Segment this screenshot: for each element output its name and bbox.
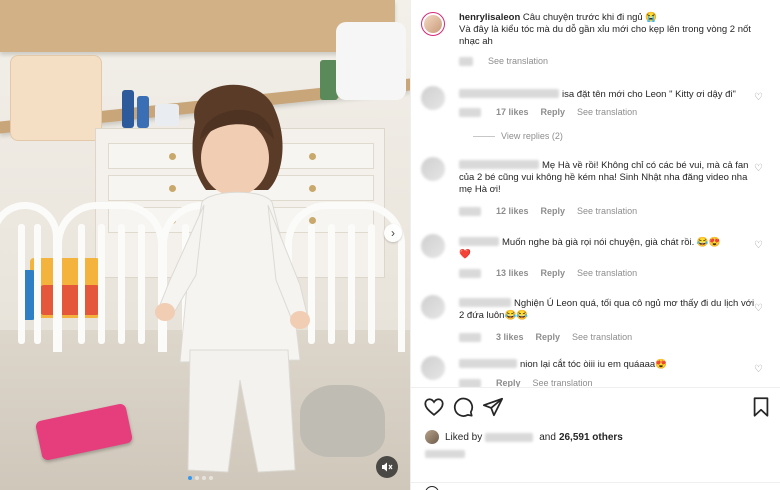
redacted-time — [459, 206, 481, 216]
redacted-username — [459, 359, 517, 368]
mute-button[interactable] — [376, 456, 398, 478]
redacted-liker — [485, 432, 534, 442]
redacted-time — [459, 56, 473, 66]
redacted-username — [459, 237, 499, 246]
liker-avatar — [425, 430, 439, 444]
comment-likes[interactable]: 17 likes — [496, 107, 529, 117]
see-translation-link[interactable]: See translation — [533, 378, 593, 387]
comments-list[interactable]: henrylisaleon Câu chuyện trước khi đi ng… — [411, 0, 780, 387]
heart-outline-icon[interactable]: ♡ — [754, 365, 764, 375]
mini-fridge — [10, 55, 102, 141]
redacted-username — [459, 298, 511, 307]
caption-line-2: Và đây là kiểu tóc mà du dỗ gần xỉu mới … — [459, 24, 751, 47]
share-icon[interactable] — [482, 396, 504, 418]
reply-button[interactable]: Reply — [496, 378, 521, 387]
next-media-button[interactable]: › — [384, 224, 402, 242]
comment-meta: 13 likes Reply See translation — [459, 268, 637, 278]
comment-meta: 3 likes Reply See translation — [459, 332, 632, 342]
comment-text: nion lại cắt tóc òiii iu em quáaaa😍 — [459, 359, 759, 371]
bookmark-icon[interactable] — [750, 396, 772, 418]
carousel-dot — [202, 476, 206, 480]
carousel-dot — [209, 476, 213, 480]
add-comment-bar — [411, 482, 780, 490]
heart-outline-icon[interactable]: ♡ — [754, 241, 764, 251]
carousel-dots — [188, 476, 213, 480]
caption-meta: See translation — [459, 56, 548, 66]
instagram-post: › henrylisaleon Câu chuyện trước khi đi … — [0, 0, 780, 490]
likes-count[interactable]: 26,591 others — [559, 432, 623, 443]
commenter-avatar[interactable] — [421, 356, 445, 380]
comment-text: Mẹ Hà về rồi! Không chỉ có các bé vui, m… — [459, 160, 759, 196]
commenter-avatar[interactable] — [421, 234, 445, 258]
liked-by-and: and — [539, 431, 556, 443]
heart-outline-icon[interactable]: ♡ — [754, 164, 764, 174]
see-translation-link[interactable]: See translation — [572, 332, 632, 342]
redacted-post-date — [425, 450, 465, 458]
heart-icon[interactable] — [423, 396, 445, 418]
carousel-dot — [188, 476, 192, 480]
carousel-dot — [195, 476, 199, 480]
comment-text: isa đặt tên mới cho Leon " Kitty ơi dậy … — [459, 89, 759, 101]
view-replies-button[interactable]: View replies (2) — [473, 131, 563, 141]
comment-meta: Reply See translation — [459, 378, 593, 387]
see-translation-link[interactable]: See translation — [577, 268, 637, 278]
redacted-time — [459, 107, 481, 117]
view-replies-label: View replies (2) — [501, 131, 563, 141]
redacted-time — [459, 378, 481, 387]
bottle — [122, 90, 134, 128]
heart-outline-icon[interactable]: ♡ — [754, 304, 764, 314]
redacted-username — [459, 160, 539, 169]
liked-by-prefix: Liked by — [445, 431, 483, 443]
replies-divider — [473, 135, 495, 137]
post-media[interactable]: › — [0, 0, 410, 490]
comment-icon[interactable] — [452, 396, 474, 418]
comment-likes[interactable]: 12 likes — [496, 206, 529, 216]
caption-text: henrylisaleon Câu chuyện trước khi đi ng… — [459, 12, 759, 48]
redacted-time — [459, 332, 481, 342]
heart-outline-icon[interactable]: ♡ — [754, 93, 764, 103]
reply-button[interactable]: Reply — [536, 332, 561, 342]
comment-likes[interactable]: 3 likes — [496, 332, 524, 342]
comment-text: Muốn nghe bà già rọi nói chuyện, già chá… — [459, 237, 759, 261]
liked-by-summary[interactable]: Liked by and 26,591 others — [425, 430, 623, 444]
comment-meta: 12 likes Reply See translation — [459, 206, 637, 216]
plush-toy — [300, 385, 385, 457]
author-avatar[interactable] — [421, 12, 445, 36]
commenter-avatar[interactable] — [421, 295, 445, 319]
comment-body: nion lại cắt tóc òiii iu em quáaaa😍 — [520, 359, 668, 370]
chevron-right-icon: › — [391, 226, 395, 240]
see-translation-link[interactable]: See translation — [577, 206, 637, 216]
tissue-box — [336, 22, 406, 100]
commenter-avatar[interactable] — [421, 86, 445, 110]
commenter-avatar[interactable] — [421, 157, 445, 181]
fence-panel — [0, 202, 60, 352]
mute-icon — [382, 462, 393, 472]
reply-button[interactable]: Reply — [541, 268, 566, 278]
comment-likes[interactable]: 13 likes — [496, 268, 529, 278]
redacted-time — [459, 268, 481, 278]
caption-line-1: Câu chuyện trước khi đi ngủ 😭 — [522, 12, 658, 23]
comment-text: Nghiện Ú Leon quá, tối qua cô ngủ mơ thấ… — [459, 298, 759, 322]
reply-button[interactable]: Reply — [541, 206, 566, 216]
comments-panel: henrylisaleon Câu chuyện trước khi đi ng… — [410, 0, 780, 490]
comment-body: Muốn nghe bà già rọi nói chuyện, già chá… — [502, 237, 721, 248]
comment-body: isa đặt tên mới cho Leon " Kitty ơi dậy … — [562, 89, 736, 100]
comment-meta: 17 likes Reply See translation — [459, 107, 637, 117]
comment-emoji: ❤️ — [459, 249, 471, 260]
caption-see-translation[interactable]: See translation — [488, 56, 548, 66]
reply-button[interactable]: Reply — [541, 107, 566, 117]
author-username[interactable]: henrylisaleon — [459, 12, 520, 23]
post-actions: Liked by and 26,591 others — [411, 387, 780, 490]
see-translation-link[interactable]: See translation — [577, 107, 637, 117]
redacted-username — [459, 89, 559, 98]
